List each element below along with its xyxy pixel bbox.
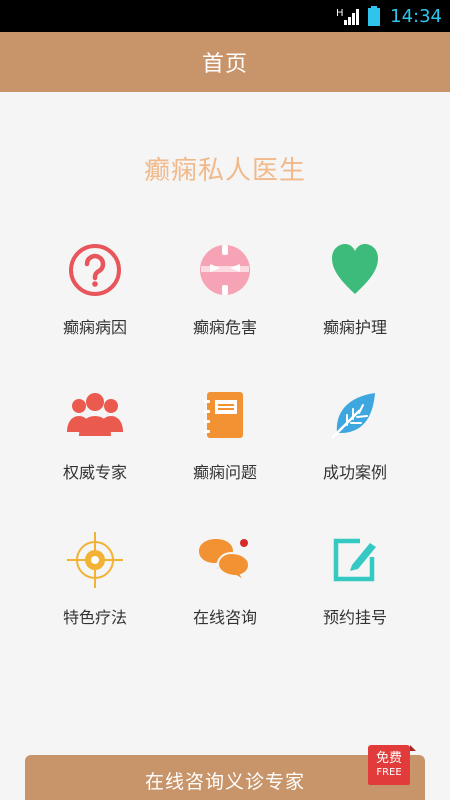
experts-group-icon xyxy=(65,385,125,445)
grid-item-label: 权威专家 xyxy=(62,463,127,482)
grid-item-causes[interactable]: 癫痫病因 xyxy=(30,240,160,360)
grid-item-label: 癫痫护理 xyxy=(322,318,387,337)
grid-item-questions[interactable]: 癫痫问题 xyxy=(160,385,290,505)
consult-experts-button[interactable]: 在线咨询义诊专家 xyxy=(25,755,425,800)
grid-item-appointment[interactable]: 预约挂号 xyxy=(290,530,420,650)
grid-item-therapy[interactable]: 特色疗法 xyxy=(30,530,160,650)
grid-item-label: 癫痫问题 xyxy=(192,463,257,482)
status-bar: H 14:34 xyxy=(0,0,450,32)
notebook-icon xyxy=(195,385,255,445)
grid-item-consult[interactable]: 在线咨询 xyxy=(160,530,290,650)
status-clock: 14:34 xyxy=(390,5,442,27)
page-title: 首页 xyxy=(201,52,248,77)
feature-grid: 癫痫病因 癫痫危害 癫痫护理 权威专家 癫痫问题 成功案例 特色疗法 在线咨询 … xyxy=(30,240,420,650)
grid-item-label: 特色疗法 xyxy=(62,608,127,627)
question-circle-icon xyxy=(65,240,125,300)
grid-item-cases[interactable]: 成功案例 xyxy=(290,385,420,505)
grid-item-care[interactable]: 癫痫护理 xyxy=(290,240,420,360)
grid-item-harm[interactable]: 癫痫危害 xyxy=(160,240,290,360)
grid-item-label: 在线咨询 xyxy=(192,608,257,627)
app-bar: 首页 xyxy=(0,32,450,92)
edit-icon xyxy=(325,530,385,590)
grid-item-experts[interactable]: 权威专家 xyxy=(30,385,160,505)
network-type-label: H xyxy=(336,8,344,19)
grid-item-label: 成功案例 xyxy=(322,463,387,482)
face-icon xyxy=(195,240,255,300)
signal-icon: H xyxy=(336,8,360,25)
grid-item-label: 预约挂号 xyxy=(322,608,387,627)
free-badge: 免费 FREE xyxy=(368,745,416,785)
badge-fold xyxy=(410,745,416,751)
chat-bubbles-icon xyxy=(195,530,255,590)
battery-icon xyxy=(368,6,381,26)
status-icons: H 14:34 xyxy=(336,0,442,32)
grid-item-label: 癫痫病因 xyxy=(62,318,127,337)
consult-experts-label: 在线咨询义诊专家 xyxy=(144,770,305,793)
free-badge-en: FREE xyxy=(376,766,402,778)
grid-item-label: 癫痫危害 xyxy=(192,318,257,337)
headline: 癫痫私人医生 xyxy=(143,156,306,186)
free-badge-zh: 免费 xyxy=(375,751,402,767)
leaf-icon xyxy=(325,385,385,445)
heart-icon xyxy=(325,240,385,300)
target-icon xyxy=(65,530,125,590)
